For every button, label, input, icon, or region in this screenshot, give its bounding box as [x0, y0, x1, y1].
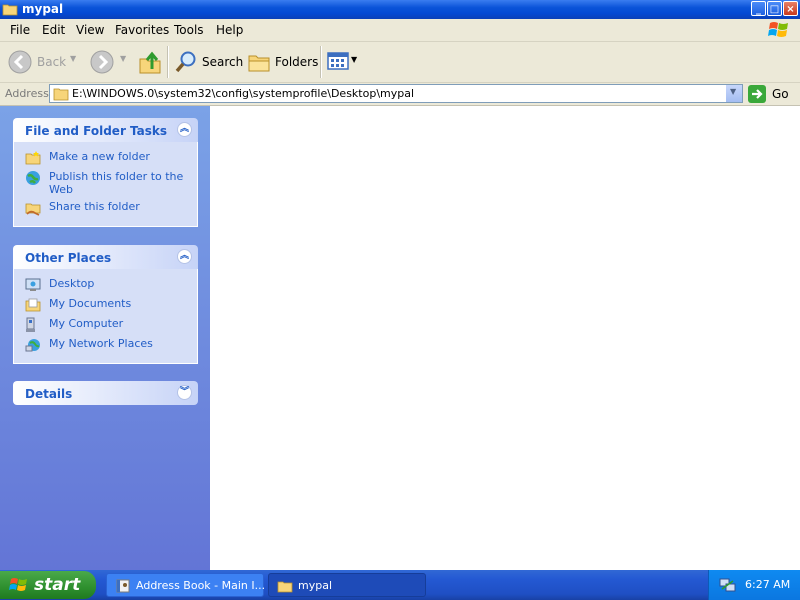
start-button[interactable]: start [0, 571, 96, 599]
panel-title: File and Folder Tasks [25, 124, 168, 138]
other-places-panel: Other Places ︽ Desktop My Documents My C… [13, 245, 198, 364]
my-computer-link[interactable]: My Computer [14, 317, 197, 333]
link-label: Make a new folder [49, 150, 150, 163]
menu-file[interactable]: File [10, 23, 30, 37]
link-label: My Computer [49, 317, 124, 330]
collapse-chevron-icon[interactable]: ︽ [177, 122, 192, 137]
details-header[interactable]: Details ︾ [13, 381, 198, 405]
folder-icon [2, 4, 18, 16]
views-button[interactable]: ▼ [326, 50, 360, 74]
taskbar-item-mypal[interactable]: mypal [268, 573, 426, 597]
forward-button[interactable]: ▼ [88, 48, 128, 76]
folders-button[interactable]: Folders [246, 48, 319, 76]
folder-icon [53, 88, 69, 101]
link-label: Share this folder [49, 200, 140, 213]
start-label: start [34, 575, 81, 595]
back-arrow-icon [8, 50, 32, 74]
new-folder-icon [25, 151, 41, 165]
minimize-button[interactable]: _ [751, 1, 766, 16]
search-button[interactable]: Search [173, 48, 244, 76]
share-folder-link[interactable]: Share this folder [14, 200, 197, 216]
chevron-down-icon: ▼ [730, 87, 737, 96]
link-label: My Documents [49, 297, 132, 310]
other-places-header[interactable]: Other Places ︽ [13, 245, 198, 269]
folders-label: Folders [275, 55, 319, 69]
panel-title: Details [25, 387, 73, 401]
folder-icon [277, 581, 293, 593]
folder-content-area[interactable] [210, 106, 800, 570]
panel-title: Other Places [25, 251, 112, 265]
taskbar-item-label: mypal [298, 579, 333, 592]
toolbar: Back ▼ ▼ Search Folders ▼ [0, 42, 800, 83]
search-label: Search [202, 55, 244, 69]
panel-body: Desktop My Documents My Computer My Netw… [13, 269, 198, 364]
menu-bar: File Edit View Favorites Tools Help [0, 19, 800, 42]
collapse-chevron-icon[interactable]: ︽ [177, 249, 192, 264]
back-button[interactable]: Back ▼ [6, 48, 80, 76]
taskbar-item-label: Address Book - Main I... [136, 579, 266, 592]
panel-body: Make a new folder Publish this folder to… [13, 142, 198, 227]
clock: 6:27 AM [745, 578, 791, 591]
views-icon [327, 52, 349, 70]
go-button[interactable]: Go [748, 85, 798, 103]
address-input[interactable]: E:\WINDOWS.0\system32\config\systemprofi… [49, 84, 743, 103]
back-dropdown-icon[interactable]: ▼ [70, 54, 76, 63]
go-arrow-icon [748, 85, 766, 103]
folders-icon [248, 55, 270, 72]
file-folder-tasks-panel: File and Folder Tasks ︽ Make a new folde… [13, 118, 198, 227]
views-dropdown-icon: ▼ [351, 55, 358, 64]
link-label: Desktop [49, 277, 95, 290]
taskbar: start Address Book - Main I... mypal 6:2… [0, 570, 800, 600]
address-bar: Address E:\WINDOWS.0\system32\config\sys… [0, 83, 800, 106]
file-folder-tasks-header[interactable]: File and Folder Tasks ︽ [13, 118, 198, 142]
my-documents-icon [25, 298, 41, 312]
my-computer-icon [26, 317, 35, 332]
details-panel: Details ︾ [13, 381, 198, 405]
system-tray: 6:27 AM [708, 570, 800, 600]
menu-view[interactable]: View [76, 23, 104, 37]
network-places-icon [25, 339, 40, 352]
maximize-button[interactable]: □ [767, 1, 782, 16]
link-label: My Network Places [49, 337, 153, 350]
network-tray-icon[interactable] [719, 577, 737, 593]
windows-logo-icon [9, 578, 27, 591]
menu-tools[interactable]: Tools [174, 23, 204, 37]
globe-icon [26, 171, 40, 185]
menu-favorites[interactable]: Favorites [115, 23, 169, 37]
address-value: E:\WINDOWS.0\system32\config\systemprofi… [72, 87, 415, 100]
up-folder-icon[interactable] [138, 49, 162, 75]
title-bar[interactable]: mypal _ □ × [0, 0, 800, 19]
menu-edit[interactable]: Edit [42, 23, 65, 37]
link-label: Publish this folder to the Web [49, 170, 184, 196]
my-network-places-link[interactable]: My Network Places [14, 337, 197, 353]
window-title: mypal [22, 2, 64, 16]
go-label: Go [772, 87, 789, 101]
close-button[interactable]: × [783, 1, 798, 16]
my-documents-link[interactable]: My Documents [14, 297, 197, 313]
publish-folder-link[interactable]: Publish this folder to the Web [14, 170, 197, 196]
share-folder-icon [25, 203, 41, 216]
address-dropdown-button[interactable]: ▼ [725, 85, 742, 102]
task-pane: File and Folder Tasks ︽ Make a new folde… [0, 106, 210, 570]
make-new-folder-link[interactable]: Make a new folder [14, 150, 197, 166]
address-book-icon [116, 579, 130, 593]
desktop-icon [25, 278, 41, 291]
back-label: Back [37, 55, 67, 69]
toolbar-separator [320, 46, 322, 78]
menu-help[interactable]: Help [216, 23, 243, 37]
desktop-link[interactable]: Desktop [14, 277, 197, 293]
forward-arrow-icon [90, 50, 114, 74]
expand-chevron-icon[interactable]: ︾ [177, 385, 192, 400]
forward-dropdown-icon[interactable]: ▼ [120, 54, 126, 63]
toolbar-separator [167, 46, 169, 78]
taskbar-item-address-book[interactable]: Address Book - Main I... [106, 573, 266, 597]
address-label: Address [5, 87, 49, 100]
windows-logo-icon [768, 22, 788, 37]
search-icon [175, 51, 196, 73]
